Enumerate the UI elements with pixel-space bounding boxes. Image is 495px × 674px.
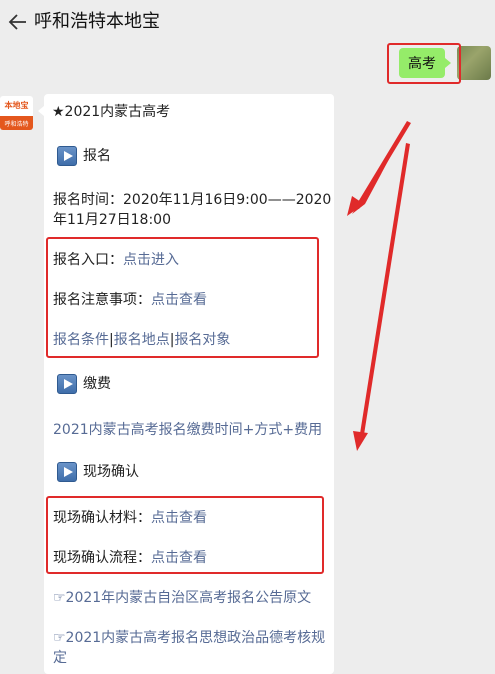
annotation-arrow-lower: [353, 143, 410, 451]
annotation-arrow-upper: [347, 121, 411, 216]
annotation-arrows: [347, 121, 411, 451]
